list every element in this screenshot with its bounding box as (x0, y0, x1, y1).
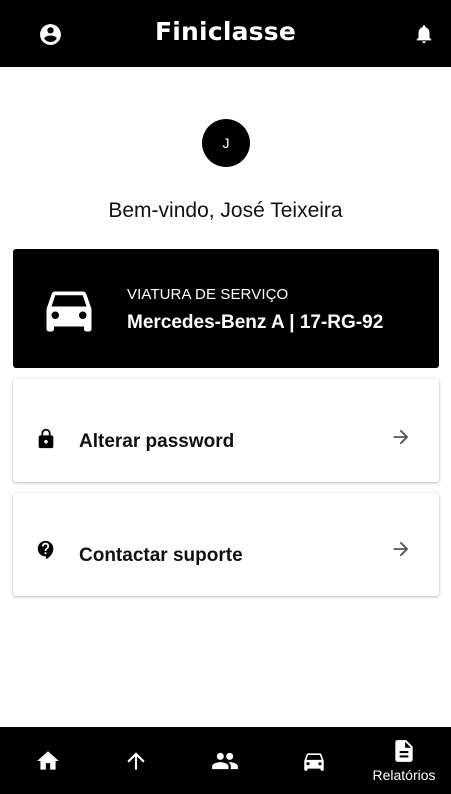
vehicle-card: VIATURA DE SERVIÇO Mercedes-Benz A | 17-… (13, 249, 439, 368)
change-password-label: Alterar password (79, 431, 235, 452)
avatar-initial: J (222, 135, 230, 151)
welcome-text: Bem-vindo, José Teixeira (108, 199, 343, 222)
bottom-navigation: Relatórios (0, 727, 451, 794)
nav-reports-label: Relatórios (372, 767, 436, 783)
arrow-right-icon (393, 429, 409, 445)
nav-people[interactable] (199, 727, 251, 794)
help-icon (37, 540, 54, 560)
lock-icon (38, 428, 54, 449)
nav-upload[interactable] (110, 727, 162, 794)
top-app-bar: Finiclasse (0, 0, 451, 67)
arrow-up-icon (127, 751, 145, 770)
vehicle-label: VIATURA DE SERVIÇO (127, 286, 289, 303)
car-icon (46, 291, 92, 332)
home-icon (37, 750, 59, 770)
nav-vehicle[interactable] (288, 727, 340, 794)
app-title: Finiclasse (155, 17, 296, 46)
nav-reports[interactable]: Relatórios (360, 727, 448, 794)
people-icon (212, 752, 238, 769)
nav-home[interactable] (22, 727, 74, 794)
avatar: J (202, 119, 250, 167)
contact-support-label: Contactar suporte (79, 545, 243, 566)
vehicle-value: Mercedes-Benz A | 17-RG-92 (127, 312, 384, 333)
account-circle-icon[interactable] (38, 22, 63, 47)
bell-icon[interactable] (413, 22, 435, 46)
arrow-right-icon (393, 541, 409, 557)
change-password-card[interactable]: Alterar password (13, 379, 439, 482)
contact-support-card[interactable]: Contactar suporte (13, 493, 439, 596)
car-icon (304, 752, 324, 771)
document-icon (395, 740, 413, 762)
